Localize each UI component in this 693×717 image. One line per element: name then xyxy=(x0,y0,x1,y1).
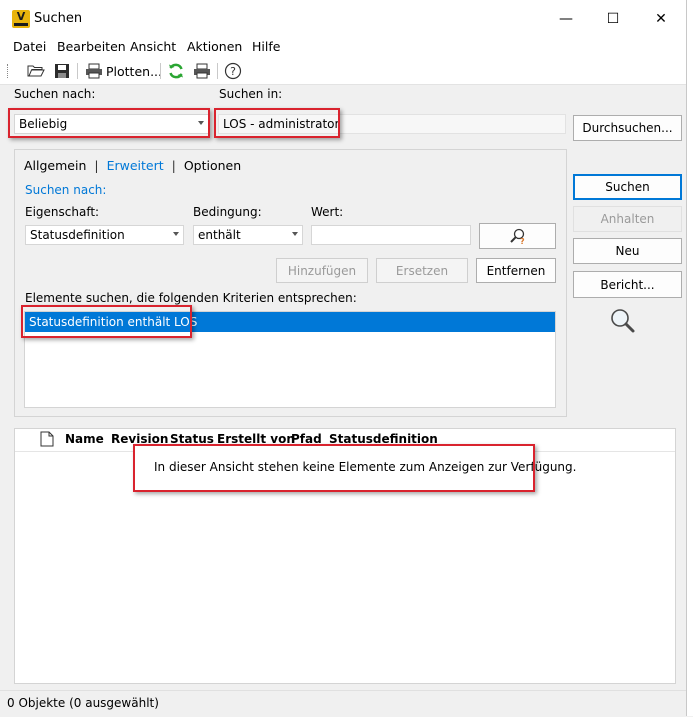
tab-general[interactable]: Allgemein xyxy=(24,158,86,173)
open-folder-icon[interactable] xyxy=(26,61,46,81)
minimize-icon: — xyxy=(559,11,573,27)
search-in-value: LOS - administrator xyxy=(223,117,340,131)
tab-bar: Allgemein | Erweitert | Optionen xyxy=(24,158,241,173)
value-input[interactable] xyxy=(311,225,471,245)
section-title: Suchen nach: xyxy=(25,183,107,197)
toolbar-separator xyxy=(160,63,161,79)
empty-message: In dieser Ansicht stehen keine Elemente … xyxy=(154,460,577,474)
close-button[interactable]: ✕ xyxy=(638,0,684,38)
refresh-icon[interactable] xyxy=(166,61,186,81)
svg-text:?: ? xyxy=(520,237,525,245)
chevron-down-icon xyxy=(292,232,298,236)
help-icon[interactable]: ? xyxy=(223,61,243,81)
condition-dropdown[interactable]: enthält xyxy=(193,225,303,245)
tab-advanced[interactable]: Erweitert xyxy=(107,158,164,173)
window-title: Suchen xyxy=(34,11,83,26)
close-icon: ✕ xyxy=(655,11,667,27)
magnifier-icon xyxy=(609,307,637,338)
maximize-button[interactable]: ☐ xyxy=(590,0,636,38)
search-for-value: Beliebig xyxy=(19,117,68,131)
condition-label: Bedingung: xyxy=(193,205,262,219)
browse-button[interactable]: Durchsuchen... xyxy=(573,115,682,141)
search-value-icon: ? xyxy=(509,228,525,245)
property-label: Eigenschaft: xyxy=(25,205,100,219)
remove-button[interactable]: Entfernen xyxy=(476,258,556,283)
menu-ansicht[interactable]: Ansicht xyxy=(130,39,176,54)
print-icon[interactable] xyxy=(192,61,212,81)
column-name[interactable]: Name xyxy=(65,432,104,446)
value-label: Wert: xyxy=(311,205,344,219)
search-for-label: Suchen nach: xyxy=(14,87,96,101)
tab-separator: | xyxy=(94,158,99,173)
report-button[interactable]: Bericht... xyxy=(573,271,682,298)
menu-aktionen[interactable]: Aktionen xyxy=(187,39,242,54)
toolbar-separator xyxy=(217,63,218,79)
background-window-edge xyxy=(686,0,693,716)
maximize-icon: ☐ xyxy=(606,11,620,27)
chevron-down-icon xyxy=(173,232,179,236)
criteria-row[interactable]: Statusdefinition enthält LOS xyxy=(25,312,555,332)
criteria-label: Elemente suchen, die folgenden Kriterien… xyxy=(25,291,357,305)
condition-value: enthält xyxy=(198,228,241,242)
menu-bearbeiten[interactable]: Bearbeiten xyxy=(57,39,126,54)
plot-button[interactable]: Plotten... xyxy=(106,64,162,79)
minimize-button[interactable]: — xyxy=(543,0,589,38)
toolbar-grip xyxy=(7,64,10,78)
svg-text:?: ? xyxy=(230,65,236,78)
new-button[interactable]: Neu xyxy=(573,238,682,264)
search-in-field[interactable]: LOS - administrator xyxy=(218,114,566,134)
file-icon xyxy=(40,431,54,450)
save-icon[interactable] xyxy=(52,61,72,81)
chevron-down-icon xyxy=(198,121,204,125)
property-dropdown[interactable]: Statusdefinition xyxy=(25,225,184,245)
print-icon[interactable] xyxy=(84,61,104,81)
tab-separator: | xyxy=(171,158,176,173)
replace-button[interactable]: Ersetzen xyxy=(376,258,468,283)
search-for-dropdown[interactable]: Beliebig xyxy=(14,114,209,134)
search-value-button[interactable]: ? xyxy=(479,223,556,249)
property-value: Statusdefinition xyxy=(30,228,125,242)
add-button[interactable]: Hinzufügen xyxy=(276,258,368,283)
toolbar-separator xyxy=(77,63,78,79)
app-icon: V xyxy=(12,10,30,28)
status-text: 0 Objekte (0 ausgewählt) xyxy=(7,696,159,710)
search-in-label: Suchen in: xyxy=(219,87,283,101)
stop-button[interactable]: Anhalten xyxy=(573,206,682,232)
menu-hilfe[interactable]: Hilfe xyxy=(252,39,280,54)
search-button[interactable]: Suchen xyxy=(573,174,682,200)
menu-datei[interactable]: Datei xyxy=(13,39,46,54)
tab-options[interactable]: Optionen xyxy=(184,158,241,173)
